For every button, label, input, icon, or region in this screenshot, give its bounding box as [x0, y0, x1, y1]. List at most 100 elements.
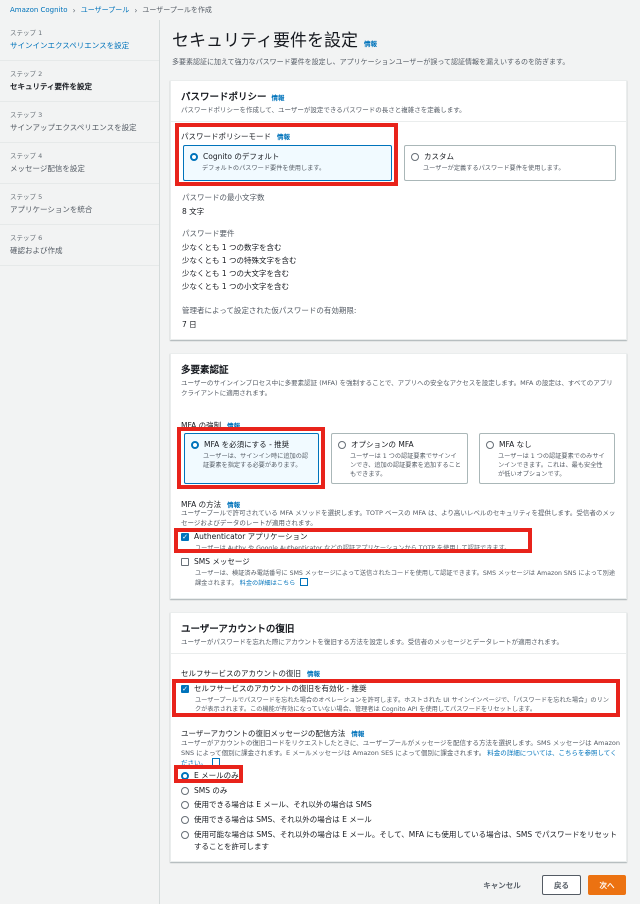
breadcrumb-cognito[interactable]: Amazon Cognito — [10, 6, 68, 14]
page-header: セキュリティ要件を設定 情報 多要素認証に加えて強力なパスワード要件を設定し、ア… — [172, 20, 630, 67]
page-title-text: セキュリティ要件を設定 — [172, 31, 358, 51]
authenticator-checkbox-row[interactable]: ✓ Authenticator アプリケーション ユーザーは Authy や G… — [181, 531, 521, 553]
checkbox-icon[interactable] — [181, 557, 189, 566]
mfa-methods-desc: ユーザープールで許可されている MFA メソッドを選択します。TOTP ベースの… — [181, 509, 616, 527]
card-title-text: ユーザーアカウントの復旧 — [181, 624, 295, 635]
checkbox-desc: ユーザーは Authy や Google Authenticator などの認証… — [195, 545, 511, 552]
info-link[interactable]: 情報 — [227, 499, 240, 509]
step-number: ステップ 6 — [10, 234, 43, 242]
info-link[interactable]: 情報 — [272, 92, 285, 102]
radio-icon[interactable] — [181, 786, 189, 795]
step-1[interactable]: ステップ 1 サインインエクスペリエンスを設定 — [0, 20, 159, 61]
radio-icon[interactable] — [338, 440, 346, 449]
password-policy-card: パスワードポリシー 情報 パスワードポリシーを作成して、ユーザーが設定できるパス… — [170, 80, 627, 340]
step-title: 確認および作成 — [10, 246, 63, 255]
sms-checkbox-row[interactable]: SMS メッセージ ユーザーは、検証済み電話番号に SMS メッセージによって送… — [181, 556, 621, 588]
delivery-option-sms-only[interactable]: SMS のみ — [181, 785, 227, 796]
card-description: ユーザーのサインインプロセス中に多要素認証 (MFA) を強制することで、アプリ… — [181, 379, 613, 397]
page-description: 多要素認証に加えて強力なパスワード要件を設定し、アプリケーションユーザーが誤って… — [172, 58, 570, 66]
radio-icon[interactable] — [181, 815, 189, 824]
mfa-optional-option[interactable]: オプションの MFA ユーザーは 1 つの認証要素でサインインでき、追加の認証要… — [331, 433, 468, 484]
checkbox-checked-icon[interactable]: ✓ — [181, 684, 189, 693]
page-root: Amazon Cognito › ユーザープール › ユーザープールを作成 ステ… — [0, 0, 640, 904]
info-link[interactable]: 情報 — [364, 38, 377, 48]
checkbox-label: セルフサービスのアカウントの復旧を有効化 - 推奨 — [194, 684, 367, 693]
label-text: パスワードポリシーモード — [181, 132, 271, 141]
step-number: ステップ 1 — [10, 29, 43, 37]
checkbox-title: ✓ セルフサービスのアカウントの復旧を有効化 - 推奨 — [181, 683, 613, 694]
back-button[interactable]: 戻る — [542, 875, 581, 895]
checkbox-desc: ユーザープールでパスワードを忘れた場合のオペレーションを許可します。ホストされた… — [195, 697, 609, 713]
label-text: セルフサービスのアカウントの復旧 — [181, 669, 301, 678]
chevron-right-icon: › — [134, 5, 138, 15]
step-6: ステップ 6 確認および作成 — [0, 225, 159, 266]
mfa-none-option[interactable]: MFA なし ユーザーは 1 つの認証要素でのみサインインできます。これは、最も… — [479, 433, 615, 484]
checkbox-desc: ユーザーは、検証済み電話番号に SMS メッセージによって送信されたコードを使用… — [195, 569, 621, 588]
card-title-text: パスワードポリシー — [181, 92, 267, 103]
mfa-enforce-label: MFA の強制 情報 — [181, 420, 240, 431]
radio-icon[interactable] — [486, 440, 494, 449]
self-service-checkbox-row[interactable]: ✓ セルフサービスのアカウントの復旧を有効化 - 推奨 ユーザープールでパスワー… — [181, 683, 613, 714]
info-link[interactable]: 情報 — [307, 668, 320, 678]
radio-selected-icon[interactable] — [190, 152, 198, 161]
option-title: カスタム — [411, 151, 609, 162]
option-label: SMS のみ — [194, 786, 228, 795]
checkbox-checked-icon[interactable]: ✓ — [181, 532, 189, 541]
info-link[interactable]: 情報 — [277, 131, 290, 141]
external-link-icon — [300, 578, 309, 586]
option-title: オプションの MFA — [338, 439, 461, 450]
step-title: セキュリティ要件を設定 — [10, 82, 93, 91]
radio-selected-icon[interactable] — [191, 440, 199, 449]
delivery-option-email-then-sms[interactable]: 使用できる場合は E メール、それ以外の場合は SMS — [181, 799, 372, 810]
step-4: ステップ 4 メッセージ配信を設定 — [0, 143, 159, 184]
option-desc: ユーザーは 1 つの認証要素でサインインでき、追加の認証要素を追加することもでき… — [350, 453, 461, 478]
chevron-right-icon: › — [72, 5, 76, 15]
next-button[interactable]: 次へ — [588, 875, 626, 895]
sms-pricing-link[interactable]: 料金の詳細はこちら — [240, 580, 296, 587]
option-label: 使用できる場合は E メール、それ以外の場合は SMS — [194, 800, 372, 809]
delivery-option-sms-mfa[interactable]: 使用可能な場合は SMS、それ以外の場合は E メール。そして、MFA にも使用… — [181, 829, 621, 853]
requirement-item: 少なくとも 1 つの大文字を含む — [182, 269, 290, 278]
radio-icon[interactable] — [181, 831, 189, 839]
cancel-button[interactable]: キャンセル — [474, 875, 530, 895]
option-title-text: MFA なし — [499, 440, 532, 449]
temp-password-value: 7 日 — [182, 320, 197, 329]
policy-default-option[interactable]: Cognito のデフォルト デフォルトのパスワード要件を使用します。 — [183, 145, 392, 181]
step-number: ステップ 4 — [10, 152, 43, 160]
self-service-label: セルフサービスのアカウントの復旧 情報 — [181, 668, 320, 679]
info-link[interactable]: 情報 — [351, 728, 364, 738]
option-label: 使用できる場合は SMS、それ以外の場合は E メール — [194, 815, 372, 824]
step-5: ステップ 5 アプリケーションを統合 — [0, 184, 159, 225]
radio-selected-icon[interactable] — [181, 771, 189, 780]
min-length-value: 8 文字 — [182, 207, 205, 216]
option-title-text: カスタム — [424, 152, 454, 161]
option-desc: ユーザーが定義するパスワード要件を使用します。 — [423, 165, 565, 172]
info-link[interactable]: 情報 — [227, 420, 240, 430]
option-desc: ユーザーは 1 つの認証要素でのみサインインできます。これは、最も安全性が低いオ… — [498, 453, 605, 478]
radio-icon[interactable] — [411, 152, 419, 161]
requirement-item: 少なくとも 1 つの数字を含む — [182, 243, 282, 252]
delivery-option-email-only[interactable]: E メールのみ — [181, 770, 239, 781]
step-2: ステップ 2 セキュリティ要件を設定 — [0, 61, 159, 102]
option-title-text: オプションの MFA — [351, 440, 414, 449]
requirement-item: 少なくとも 1 つの小文字を含む — [182, 282, 290, 291]
card-header: パスワードポリシー 情報 パスワードポリシーを作成して、ユーザーが設定できるパス… — [171, 81, 626, 122]
delivery-option-sms-then-email[interactable]: 使用できる場合は SMS、それ以外の場合は E メール — [181, 814, 372, 825]
option-desc: ユーザーは、サインイン時に追加の認証要素を指定する必要があります。 — [203, 453, 309, 469]
delivery-method-label: ユーザーアカウントの復旧メッセージの配信方法 情報 — [181, 728, 364, 739]
step-title[interactable]: サインインエクスペリエンスを設定 — [10, 40, 149, 52]
mfa-required-option[interactable]: MFA を必須にする - 推奨 ユーザーは、サインイン時に追加の認証要素を指定す… — [184, 433, 319, 484]
policy-custom-option[interactable]: カスタム ユーザーが定義するパスワード要件を使用します。 — [404, 145, 616, 181]
requirement-item: 少なくとも 1 つの特殊文字を含む — [182, 256, 297, 265]
checkbox-label: SMS メッセージ — [194, 557, 250, 566]
checkbox-title: SMS メッセージ — [181, 556, 621, 567]
card-title-text: 多要素認証 — [181, 365, 229, 376]
card-title: ユーザーアカウントの復旧 — [181, 621, 616, 635]
radio-icon[interactable] — [181, 800, 189, 809]
step-title: サインアップエクスペリエンスを設定 — [10, 123, 137, 132]
breadcrumb: Amazon Cognito › ユーザープール › ユーザープールを作成 — [0, 0, 640, 20]
wizard-steps: ステップ 1 サインインエクスペリエンスを設定 ステップ 2 セキュリティ要件を… — [0, 20, 160, 904]
breadcrumb-user-pools[interactable]: ユーザープール — [81, 5, 129, 15]
step-number: ステップ 3 — [10, 111, 43, 119]
option-label: E メールのみ — [194, 771, 239, 780]
